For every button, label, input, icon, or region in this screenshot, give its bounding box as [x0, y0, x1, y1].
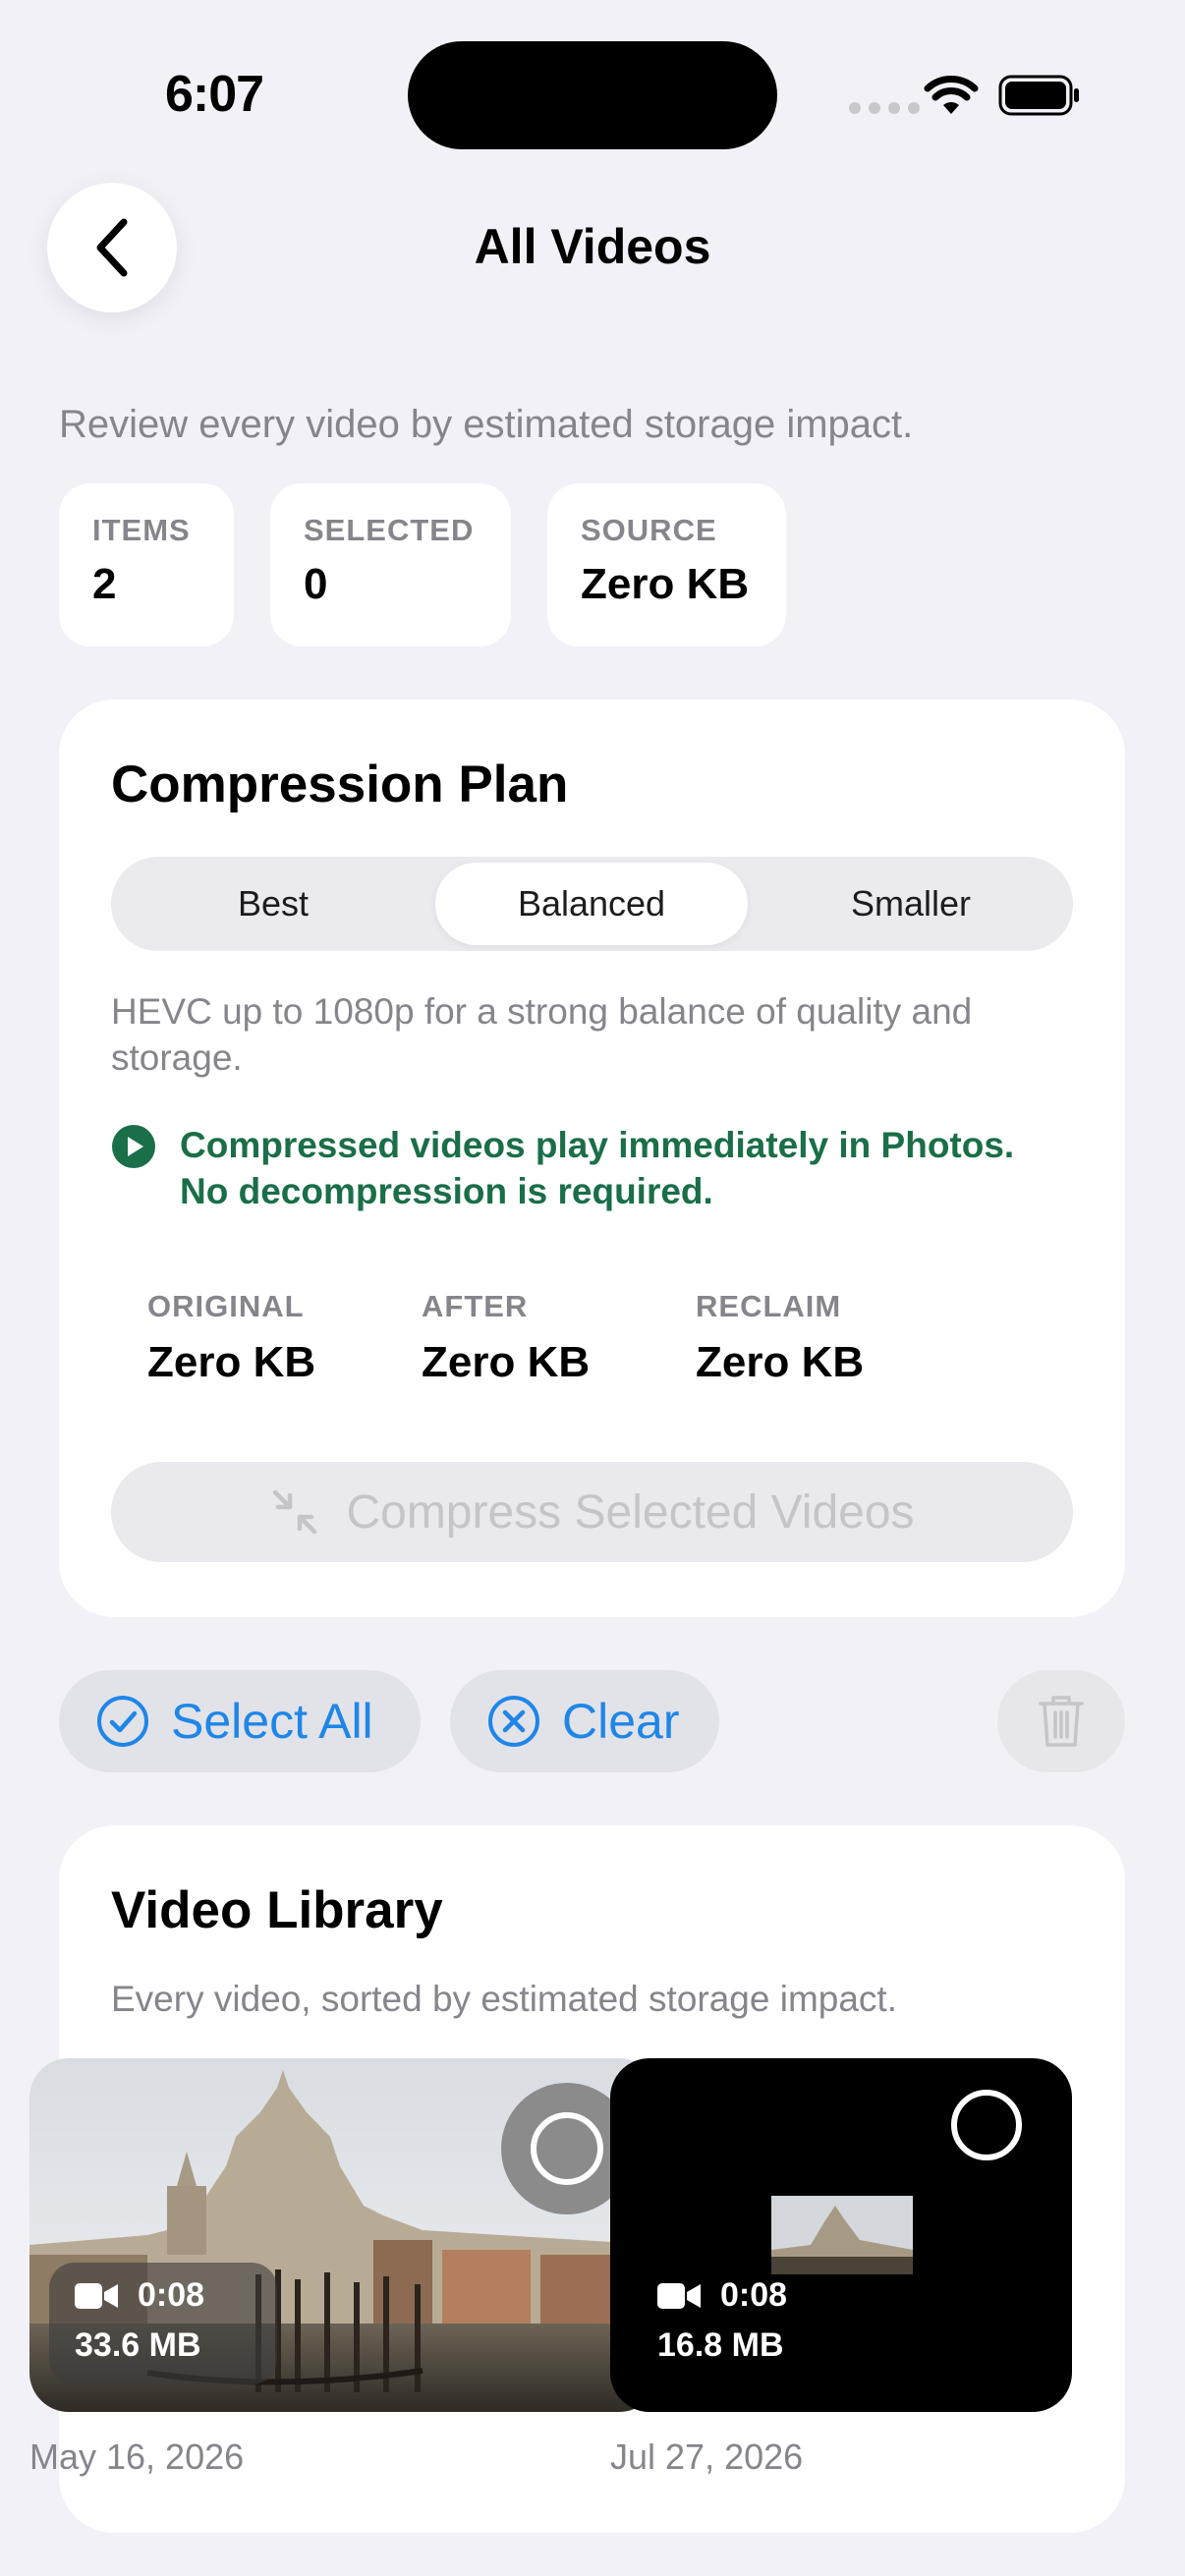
metric-label: ORIGINAL [147, 1289, 305, 1323]
stat-selected: SELECTED 0 [270, 483, 511, 646]
stat-source: SOURCE Zero KB [547, 483, 786, 646]
video-duration: 0:08 [720, 2276, 788, 2314]
clear-label: Clear [562, 1694, 680, 1749]
selection-circle-icon [951, 2090, 1022, 2160]
video-1-meta: 0:08 33.6 MB [49, 2263, 277, 2384]
metric-label: AFTER [422, 1289, 529, 1323]
dynamic-island [408, 41, 777, 149]
page-title: All Videos [474, 219, 711, 274]
playback-note: Compressed videos play immediately in Ph… [180, 1125, 1015, 1211]
stat-label: SOURCE [581, 513, 717, 547]
metric-original: ORIGINAL Zero KB [147, 1289, 315, 1387]
page-subtitle: Review every video by estimated storage … [59, 403, 914, 446]
metric-value: Zero KB [696, 1338, 865, 1386]
metric-after: AFTER Zero KB [422, 1289, 590, 1387]
stat-value: Zero KB [581, 560, 750, 608]
metric-reclaim: RECLAIM Zero KB [696, 1289, 864, 1387]
segment-balanced[interactable]: Balanced [435, 863, 748, 945]
xmark-circle-icon [488, 1696, 539, 1747]
delete-button[interactable] [997, 1670, 1125, 1772]
select-all-label: Select All [171, 1694, 373, 1749]
play-circle-icon [112, 1125, 155, 1168]
video-camera-icon [75, 2282, 118, 2309]
venice-mini-photo [771, 2196, 913, 2274]
wifi-icon [924, 76, 979, 114]
video-2-date: Jul 27, 2026 [610, 2436, 804, 2477]
video-size: 33.6 MB [75, 2326, 201, 2364]
stat-value: 0 [304, 560, 328, 608]
status-time: 6:07 [165, 66, 264, 123]
metric-value: Zero KB [147, 1338, 316, 1386]
compression-plan-title: Compression Plan [111, 756, 569, 813]
video-thumbnail-2[interactable]: 0:08 16.8 MB [610, 2058, 1072, 2412]
battery-icon [998, 75, 1079, 116]
segment-smaller[interactable]: Smaller [755, 863, 1067, 945]
select-all-button[interactable]: Select All [59, 1670, 421, 1772]
video-duration: 0:08 [138, 2276, 205, 2314]
plan-description: HEVC up to 1080p for a strong balance of… [111, 991, 973, 1078]
video-1-date: May 16, 2026 [29, 2436, 245, 2477]
video-2-select-toggle[interactable] [949, 2088, 1024, 2167]
stat-items: ITEMS 2 [59, 483, 234, 646]
metric-label: RECLAIM [696, 1289, 842, 1323]
metric-value: Zero KB [422, 1338, 591, 1386]
compress-selected-button[interactable]: Compress Selected Videos [111, 1462, 1073, 1562]
stat-label: SELECTED [304, 513, 475, 547]
quality-segmented-control: Best Balanced Smaller [111, 857, 1073, 951]
compress-arrows-icon [273, 1489, 317, 1535]
compress-button-label: Compress Selected Videos [346, 1485, 915, 1539]
trash-icon [1039, 1696, 1084, 1747]
segment-best[interactable]: Best [117, 863, 429, 945]
stat-value: 2 [92, 560, 117, 608]
stat-label: ITEMS [92, 513, 191, 547]
cellular-signal-icon [849, 102, 920, 114]
video-camera-icon [657, 2282, 701, 2309]
video-size: 16.8 MB [657, 2326, 784, 2364]
video-library-title: Video Library [111, 1881, 443, 1939]
video-library-subtitle: Every video, sorted by estimated storage… [111, 1979, 897, 2019]
clear-button[interactable]: Clear [450, 1670, 719, 1772]
checkmark-circle-icon [97, 1696, 148, 1747]
video-2-meta: 0:08 16.8 MB [657, 2276, 787, 2365]
